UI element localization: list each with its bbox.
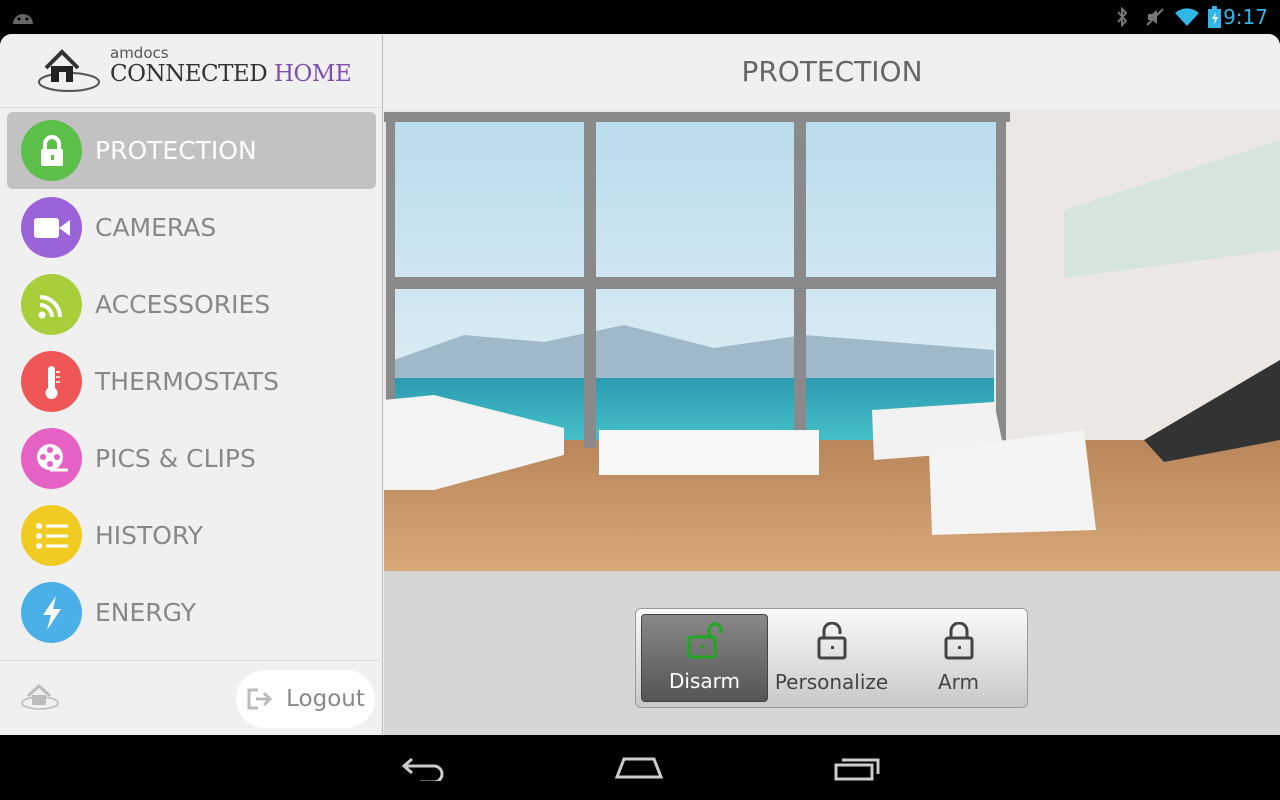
security-mode-selector: Disarm Personalize Arm xyxy=(635,608,1028,708)
logo: amdocs CONNECTED HOME xyxy=(0,34,382,108)
main-panel: PROTECTION Disarm Personalize Arm xyxy=(384,34,1280,735)
list-icon xyxy=(21,505,82,566)
sidebar-item-cameras[interactable]: CAMERAS xyxy=(7,189,376,266)
sidebar-item-pics-clips[interactable]: PICS & CLIPS xyxy=(7,420,376,497)
logout-label: Logout xyxy=(286,686,365,712)
sidebar-item-label: ACCESSORIES xyxy=(95,290,271,319)
lock-icon xyxy=(944,622,974,660)
sidebar-item-label: THERMOSTATS xyxy=(95,367,279,396)
sidebar-item-label: PICS & CLIPS xyxy=(95,444,256,473)
wireless-icon xyxy=(21,274,82,335)
bluetooth-icon xyxy=(1117,7,1128,27)
half-lock-icon xyxy=(817,622,847,660)
film-reel-icon xyxy=(21,428,82,489)
sidebar-item-thermostats[interactable]: THERMOSTATS xyxy=(7,343,376,420)
page-title: PROTECTION xyxy=(384,34,1280,110)
mode-label: Personalize xyxy=(774,670,889,694)
mute-icon xyxy=(1146,8,1164,26)
brand-name: amdocs xyxy=(110,44,169,62)
battery-charging-icon xyxy=(1208,6,1221,28)
sidebar-item-protection[interactable]: PROTECTION xyxy=(7,112,376,189)
personalize-button[interactable]: Personalize xyxy=(768,614,895,702)
house-logo-icon xyxy=(38,49,100,92)
android-icon xyxy=(13,14,33,24)
recent-apps-icon[interactable] xyxy=(832,755,882,781)
sidebar-item-history[interactable]: HISTORY xyxy=(7,497,376,574)
thermometer-icon xyxy=(21,351,82,412)
clock: 9:17 xyxy=(1223,5,1268,29)
sidebar-item-label: ENERGY xyxy=(95,598,197,627)
sidebar-item-label: HISTORY xyxy=(95,521,204,550)
logout-icon xyxy=(247,688,273,710)
home-icon[interactable] xyxy=(20,681,62,713)
mode-label: Disarm xyxy=(669,669,740,693)
sidebar-item-label: CAMERAS xyxy=(95,213,217,242)
app-window: amdocs CONNECTED HOME PROTECTION CAMERAS… xyxy=(0,34,1280,735)
status-bar: 9:17 xyxy=(0,0,1280,34)
sidebar-item-energy[interactable]: ENERGY xyxy=(7,574,376,651)
app-title: CONNECTED HOME xyxy=(110,61,352,87)
back-icon[interactable] xyxy=(400,755,448,781)
system-nav-bar xyxy=(0,735,1280,800)
lightning-icon xyxy=(21,582,82,643)
sidebar: amdocs CONNECTED HOME PROTECTION CAMERAS… xyxy=(0,34,383,735)
sidebar-footer: Logout xyxy=(0,660,383,735)
sidebar-item-label: PROTECTION xyxy=(95,136,257,165)
home-photo xyxy=(384,110,1280,571)
arm-button[interactable]: Arm xyxy=(895,614,1022,702)
sidebar-item-accessories[interactable]: ACCESSORIES xyxy=(7,266,376,343)
lock-icon xyxy=(21,120,82,181)
wifi-icon xyxy=(1175,8,1199,26)
video-camera-icon xyxy=(21,197,82,258)
logout-button[interactable]: Logout xyxy=(236,670,375,728)
unlock-icon xyxy=(687,622,722,659)
mode-label: Arm xyxy=(937,670,980,694)
home-nav-icon[interactable] xyxy=(614,755,664,781)
sidebar-nav: PROTECTION CAMERAS ACCESSORIES THERMOSTA… xyxy=(0,112,383,651)
disarm-button[interactable]: Disarm xyxy=(641,614,769,702)
